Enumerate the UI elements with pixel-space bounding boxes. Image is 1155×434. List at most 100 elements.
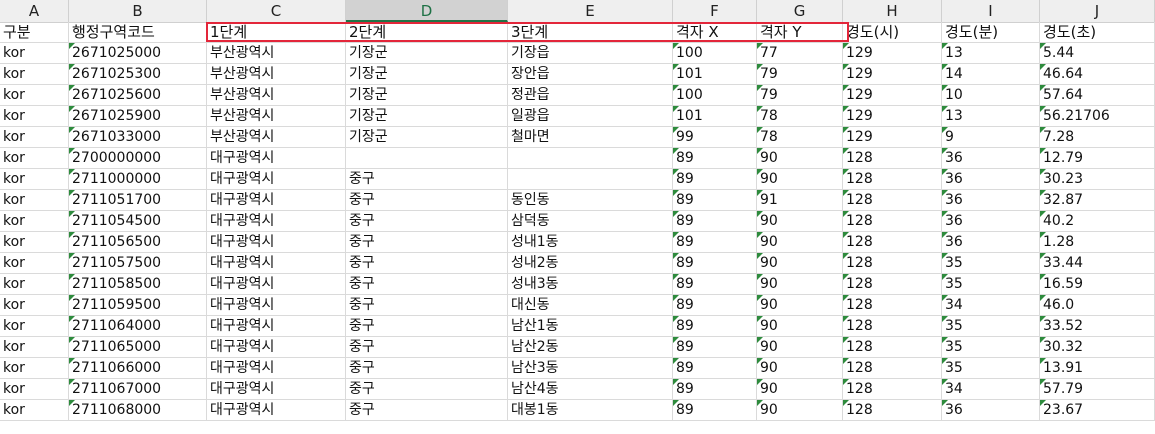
table-cell[interactable]: 2711059500 bbox=[69, 295, 207, 316]
table-cell[interactable]: 128 bbox=[843, 400, 942, 421]
header-cell[interactable]: 격자 X bbox=[673, 22, 757, 43]
table-cell[interactable]: kor bbox=[0, 400, 69, 421]
table-cell[interactable]: 128 bbox=[843, 316, 942, 337]
table-cell[interactable]: 57.64 bbox=[1040, 85, 1155, 106]
table-cell[interactable]: 기장군 bbox=[346, 64, 508, 85]
table-cell[interactable]: 89 bbox=[673, 253, 757, 274]
table-cell[interactable]: 129 bbox=[843, 64, 942, 85]
table-cell[interactable]: 2671033000 bbox=[69, 127, 207, 148]
table-cell[interactable]: 57.79 bbox=[1040, 379, 1155, 400]
table-cell[interactable]: 남산2동 bbox=[508, 337, 673, 358]
table-cell[interactable]: 34 bbox=[942, 379, 1040, 400]
table-cell[interactable]: 성내2동 bbox=[508, 253, 673, 274]
table-cell[interactable]: 128 bbox=[843, 169, 942, 190]
table-cell[interactable]: 2711058500 bbox=[69, 274, 207, 295]
table-cell[interactable]: 2711057500 bbox=[69, 253, 207, 274]
table-cell[interactable]: 129 bbox=[843, 85, 942, 106]
table-cell[interactable]: 16.59 bbox=[1040, 274, 1155, 295]
table-cell[interactable]: kor bbox=[0, 85, 69, 106]
table-cell[interactable]: 10 bbox=[942, 85, 1040, 106]
table-cell[interactable]: 2671025300 bbox=[69, 64, 207, 85]
table-cell[interactable]: 89 bbox=[673, 337, 757, 358]
table-cell[interactable]: 128 bbox=[843, 358, 942, 379]
table-cell[interactable]: 7.28 bbox=[1040, 127, 1155, 148]
header-cell[interactable]: 구분 bbox=[0, 22, 69, 43]
table-cell[interactable]: 2671025000 bbox=[69, 43, 207, 64]
column-header-b[interactable]: B bbox=[69, 0, 207, 22]
table-cell[interactable]: 33.52 bbox=[1040, 316, 1155, 337]
table-cell[interactable]: 12.79 bbox=[1040, 148, 1155, 169]
table-cell[interactable]: 대구광역시 bbox=[207, 232, 346, 253]
table-cell[interactable]: kor bbox=[0, 43, 69, 64]
table-cell[interactable]: 101 bbox=[673, 106, 757, 127]
table-cell[interactable]: kor bbox=[0, 169, 69, 190]
table-cell[interactable]: 56.21706 bbox=[1040, 106, 1155, 127]
table-cell[interactable]: 부산광역시 bbox=[207, 64, 346, 85]
table-cell[interactable]: 2711064000 bbox=[69, 316, 207, 337]
table-cell[interactable]: 78 bbox=[757, 106, 843, 127]
table-cell[interactable]: 23.67 bbox=[1040, 400, 1155, 421]
column-header-f[interactable]: F bbox=[673, 0, 757, 22]
table-cell[interactable]: 부산광역시 bbox=[207, 106, 346, 127]
table-cell[interactable]: 기장군 bbox=[346, 85, 508, 106]
table-cell[interactable]: 2711051700 bbox=[69, 190, 207, 211]
table-cell[interactable]: 2711068000 bbox=[69, 400, 207, 421]
table-cell[interactable]: kor bbox=[0, 190, 69, 211]
table-cell[interactable]: 부산광역시 bbox=[207, 127, 346, 148]
table-cell[interactable]: 35 bbox=[942, 337, 1040, 358]
table-cell[interactable]: 128 bbox=[843, 148, 942, 169]
table-cell[interactable]: 101 bbox=[673, 64, 757, 85]
table-cell[interactable]: 대구광역시 bbox=[207, 358, 346, 379]
table-cell[interactable]: 89 bbox=[673, 190, 757, 211]
table-cell[interactable]: 중구 bbox=[346, 295, 508, 316]
table-cell[interactable]: 89 bbox=[673, 211, 757, 232]
table-cell[interactable]: 30.32 bbox=[1040, 337, 1155, 358]
table-cell[interactable]: 128 bbox=[843, 253, 942, 274]
table-cell[interactable]: kor bbox=[0, 379, 69, 400]
table-cell[interactable]: 1.28 bbox=[1040, 232, 1155, 253]
table-cell[interactable]: 성내3동 bbox=[508, 274, 673, 295]
column-header-g[interactable]: G bbox=[757, 0, 843, 22]
spreadsheet-grid[interactable]: ABCDEFGHIJ 구분 행정구역코드 1단계 2단계 3단계 격자 X 격자 Y 경도(시… bbox=[0, 0, 1155, 434]
table-cell[interactable]: 36 bbox=[942, 400, 1040, 421]
table-cell[interactable]: 35 bbox=[942, 358, 1040, 379]
table-cell[interactable]: kor bbox=[0, 106, 69, 127]
table-cell[interactable]: 대구광역시 bbox=[207, 316, 346, 337]
table-cell[interactable]: 128 bbox=[843, 337, 942, 358]
table-cell[interactable]: 90 bbox=[757, 316, 843, 337]
table-cell[interactable]: 35 bbox=[942, 274, 1040, 295]
table-cell[interactable]: 89 bbox=[673, 232, 757, 253]
table-cell[interactable]: 99 bbox=[673, 127, 757, 148]
table-cell[interactable]: 중구 bbox=[346, 358, 508, 379]
table-cell[interactable]: 100 bbox=[673, 85, 757, 106]
table-cell[interactable]: 128 bbox=[843, 274, 942, 295]
table-cell[interactable]: 90 bbox=[757, 337, 843, 358]
table-cell[interactable]: kor bbox=[0, 295, 69, 316]
table-cell[interactable]: 89 bbox=[673, 358, 757, 379]
column-header-e[interactable]: E bbox=[508, 0, 673, 22]
table-cell[interactable]: 중구 bbox=[346, 253, 508, 274]
header-cell[interactable]: 경도(시) bbox=[843, 22, 942, 43]
table-cell[interactable]: 89 bbox=[673, 400, 757, 421]
table-cell[interactable]: 30.23 bbox=[1040, 169, 1155, 190]
table-cell[interactable]: 대구광역시 bbox=[207, 169, 346, 190]
table-cell[interactable]: 90 bbox=[757, 169, 843, 190]
table-cell[interactable]: 기장군 bbox=[346, 106, 508, 127]
header-cell[interactable]: 경도(초) bbox=[1040, 22, 1155, 43]
table-cell[interactable]: 중구 bbox=[346, 400, 508, 421]
table-cell[interactable]: 중구 bbox=[346, 274, 508, 295]
column-header-c[interactable]: C bbox=[207, 0, 346, 22]
table-cell[interactable]: 대구광역시 bbox=[207, 274, 346, 295]
header-cell[interactable]: 2단계 bbox=[346, 22, 508, 43]
table-cell[interactable]: 90 bbox=[757, 274, 843, 295]
table-cell[interactable]: kor bbox=[0, 211, 69, 232]
table-cell[interactable]: 중구 bbox=[346, 211, 508, 232]
column-header-i[interactable]: I bbox=[942, 0, 1040, 22]
table-cell[interactable]: 34 bbox=[942, 295, 1040, 316]
table-cell[interactable]: 36 bbox=[942, 148, 1040, 169]
table-cell[interactable]: 91 bbox=[757, 190, 843, 211]
table-cell[interactable]: 128 bbox=[843, 295, 942, 316]
table-cell[interactable]: 35 bbox=[942, 253, 1040, 274]
table-cell[interactable]: kor bbox=[0, 148, 69, 169]
table-cell[interactable]: 79 bbox=[757, 85, 843, 106]
